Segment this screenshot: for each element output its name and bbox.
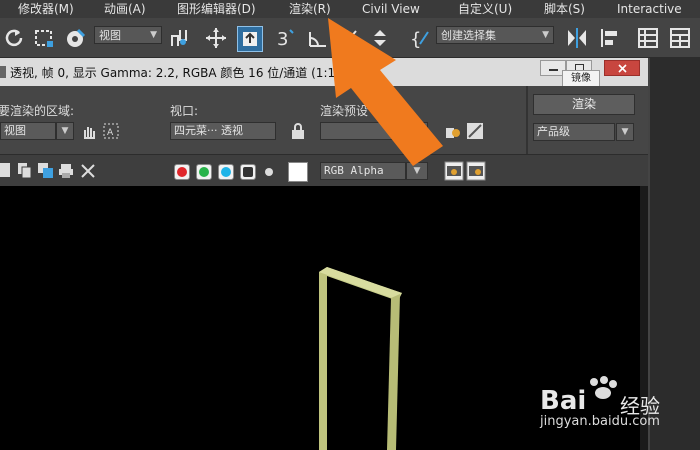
clear-icon[interactable] [81, 164, 95, 178]
viewport-label: 视口: [170, 104, 199, 118]
selection-set-value: 创建选择集 [441, 29, 496, 42]
render-quality-dropdown[interactable]: 产品级 [533, 123, 615, 141]
baidu-watermark: Bai 经验 jingyan.baidu.com [540, 374, 695, 430]
menu-civil-view[interactable]: Civil View [362, 1, 420, 17]
menu-animation[interactable]: 动画(A) [104, 1, 146, 17]
green-channel-toggle[interactable] [196, 164, 212, 180]
alpha-channel-toggle[interactable] [240, 164, 256, 180]
frame-header-top [319, 267, 402, 299]
red-channel-toggle[interactable] [174, 164, 190, 180]
render-window-title: 透视, 帧 0, 显示 Gamma: 2.2, RGBA 颜色 16 位/通道 … [10, 66, 340, 80]
render-history-icon[interactable] [466, 161, 486, 181]
environment-effects-icon[interactable] [466, 122, 484, 140]
green-channel-icon [199, 167, 209, 177]
area-to-render-dropdown[interactable]: 视图 [0, 122, 56, 140]
auto-region-icon[interactable]: A [102, 122, 120, 140]
move-icon[interactable] [204, 26, 228, 50]
red-channel-icon [177, 167, 187, 177]
svg-text:A: A [107, 128, 114, 138]
menu-bar: 修改器(M) 动画(A) 图形编辑器(D) 渲染(R) Civil View 自… [0, 0, 700, 18]
chevron-down-icon: ▼ [150, 30, 157, 40]
undo-icon[interactable] [2, 26, 26, 50]
align-icon[interactable] [598, 26, 622, 50]
frame-right-jamb [387, 294, 400, 450]
lock-icon[interactable] [290, 122, 306, 140]
snap-toggle-icon[interactable] [168, 26, 192, 50]
menu-scripting[interactable]: 脚本(S) [544, 1, 585, 17]
render-button[interactable]: 渲染 [533, 94, 635, 115]
orange-arrow-annotation [328, 18, 443, 166]
menu-interactive[interactable]: Interactive [617, 1, 682, 17]
blue-channel-icon [221, 167, 231, 177]
mirror-icon[interactable] [565, 26, 589, 50]
window-app-icon [0, 66, 6, 78]
menu-modifiers[interactable]: 修改器(M) [18, 1, 74, 17]
menu-rendering[interactable]: 渲染(R) [289, 1, 331, 17]
baidu-brand-text: Bai [540, 386, 587, 416]
menu-customize[interactable]: 自定义(U) [458, 1, 512, 17]
baidu-url-text: jingyan.baidu.com [540, 414, 660, 429]
view-dropdown-value: 视图 [99, 29, 121, 42]
layer-explorer-icon[interactable] [636, 26, 660, 50]
hand-pan-icon[interactable] [80, 122, 98, 140]
print-icon[interactable] [58, 163, 74, 179]
selection-set-dropdown[interactable]: 创建选择集 ▼ [436, 26, 554, 44]
select-link-icon[interactable] [237, 26, 263, 52]
menu-graph-editors[interactable]: 图形编辑器(D) [177, 1, 256, 17]
paint-select-icon[interactable] [64, 26, 88, 50]
baidu-paw-icon [590, 376, 617, 399]
panel-divider [526, 86, 528, 154]
quality-dropdown-arrow[interactable]: ▼ [616, 123, 634, 141]
view-dropdown[interactable]: 视图 ▼ [94, 26, 162, 44]
svg-text:3: 3 [277, 29, 288, 50]
copy-image-icon[interactable] [18, 163, 32, 179]
viewport-dropdown[interactable]: 四元菜··· 透视 [170, 122, 276, 140]
save-image-icon[interactable] [0, 163, 12, 179]
snap-3-icon[interactable]: 3 [274, 26, 298, 50]
blue-channel-toggle[interactable] [218, 164, 234, 180]
ribbon-toggle-icon[interactable] [668, 26, 692, 50]
clone-window-icon[interactable] [38, 163, 54, 179]
close-button[interactable] [604, 60, 640, 76]
select-region-icon[interactable] [32, 26, 56, 50]
minimize-icon [549, 69, 558, 71]
alpha-channel-icon [243, 167, 253, 177]
chevron-down-icon: ▼ [542, 30, 549, 40]
area-dropdown-arrow[interactable]: ▼ [56, 122, 74, 140]
mirror-tooltip: 镜像 [562, 70, 600, 87]
monochrome-icon[interactable] [264, 167, 274, 177]
close-icon [618, 64, 627, 73]
frame-left-jamb [319, 267, 327, 450]
area-to-render-label: 要渲染的区域: [0, 104, 75, 118]
swatch-color[interactable] [288, 162, 308, 182]
